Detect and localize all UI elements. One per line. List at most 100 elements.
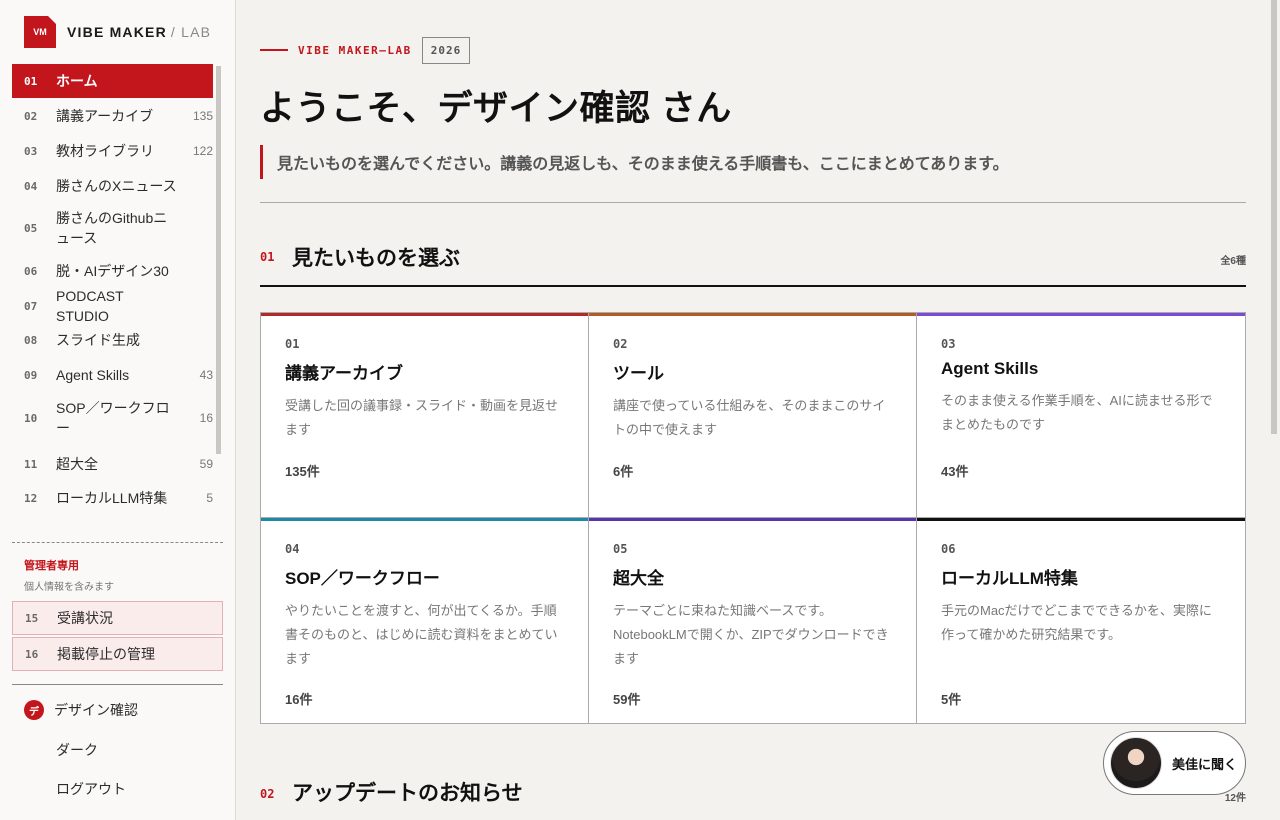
nav-label: 勝さんのXニュース	[56, 178, 177, 194]
sidebar-item-super-encyclopedia[interactable]: 11 超大全 59	[12, 447, 213, 481]
eyebrow-year: 2026	[421, 36, 471, 64]
nav-number: 04	[24, 179, 38, 193]
nav-label: 掲載停止の管理	[57, 646, 155, 662]
nav-label: ローカルLLM特集	[56, 490, 168, 506]
nav-count: 59	[199, 457, 213, 471]
nav-label: 受講状況	[57, 610, 113, 626]
nav-number: 07	[24, 299, 38, 313]
card-tools[interactable]: 02 ツール 講座で使っている仕組みを、そのままこのサイトの中で使えます 6件	[589, 313, 917, 518]
user-profile[interactable]: デ デザイン確認	[24, 700, 138, 720]
nav-number: 08	[24, 333, 38, 347]
eyebrow-text: VIBE MAKER—LAB	[298, 43, 412, 57]
page-scrollbar[interactable]	[1271, 0, 1277, 434]
avatar: デ	[24, 700, 44, 720]
section-number: 01	[260, 250, 275, 264]
category-grid: 01 講義アーカイブ 受講した回の議事録・スライド・動画を見返せます 135件 …	[260, 312, 1246, 724]
card-number: 03	[941, 337, 956, 351]
sidebar-item-x-news[interactable]: 04 勝さんのXニュース	[12, 169, 213, 203]
nav-count: 16	[199, 411, 213, 425]
section-count: 全6種	[1220, 256, 1246, 267]
nav-number: 11	[24, 457, 38, 471]
nav-number: 01	[24, 74, 38, 88]
nav-number: 09	[24, 368, 38, 382]
nav-number: 10	[24, 411, 38, 425]
card-title: 超大全	[613, 569, 664, 588]
card-count: 59件	[613, 692, 641, 707]
card-title: SOP／ワークフロー	[285, 569, 440, 588]
card-title: Agent Skills	[941, 359, 1039, 378]
page-title: ようこそ、デザイン確認 さん	[260, 89, 732, 128]
divider	[260, 202, 1246, 203]
card-number: 02	[613, 337, 628, 351]
nav-label: Agent Skills	[56, 367, 130, 383]
card-accent-bar	[589, 518, 916, 521]
nav-label: PODCAST STUDIO	[56, 288, 124, 324]
card-description: 講座で使っている仕組みを、そのままこのサイトの中で使えます	[613, 398, 886, 437]
card-lecture-archive[interactable]: 01 講義アーカイブ 受講した回の議事録・スライド・動画を見返せます 135件	[261, 313, 589, 518]
nav-label: 講義アーカイブ	[56, 108, 154, 124]
card-accent-bar	[589, 313, 916, 316]
lead-text: 見たいものを選んでください。講義の見返しも、そのまま使える手順書も、ここにまとめ…	[260, 145, 1009, 179]
card-sop-workflow[interactable]: 04 SOP／ワークフロー やりたいことを渡すと、何が出てくるか。手順書そのもの…	[261, 518, 589, 723]
ask-assistant-button[interactable]: 美佳に聞く	[1103, 731, 1246, 795]
admin-divider	[12, 542, 223, 543]
brand-logo: VM	[24, 16, 56, 48]
sidebar-item-home[interactable]: 01 ホーム	[12, 64, 213, 98]
sidebar-item-material-library[interactable]: 03 教材ライブラリ 122	[12, 134, 213, 168]
brand-lab: / LAB	[170, 24, 212, 40]
nav-label: SOP／ワークフロー	[56, 400, 170, 436]
nav-label: 勝さんのGithubニュース	[56, 210, 168, 246]
card-description: 手元のMacだけでどこまでできるかを、実際に作って確かめた研究結果です。	[941, 603, 1212, 642]
nav-count: 43	[199, 368, 213, 382]
card-title: 講義アーカイブ	[285, 364, 403, 383]
card-title: ツール	[613, 364, 664, 383]
section-number: 02	[260, 787, 275, 801]
nav-count: 5	[206, 491, 213, 505]
sidebar: VM VIBE MAKER / LAB 01 ホーム 02 講義アーカイブ 13…	[0, 0, 236, 820]
card-description: そのまま使える作業手順を、AIに読ませる形でまとめたものです	[941, 393, 1213, 432]
nav-number: 15	[25, 611, 39, 625]
admin-item-suspension[interactable]: 16 掲載停止の管理	[12, 637, 223, 671]
brand-name: VIBE MAKER	[67, 24, 167, 40]
ask-assistant-label: 美佳に聞く	[1172, 756, 1238, 772]
sidebar-item-podcast-studio[interactable]: 07 PODCAST STUDIO	[12, 288, 213, 324]
logout-link[interactable]: ログアウト	[56, 779, 126, 799]
card-count: 135件	[285, 464, 320, 479]
nav-number: 12	[24, 491, 38, 505]
card-title: ローカルLLM特集	[941, 569, 1078, 588]
nav-count: 135	[192, 109, 213, 123]
card-count: 6件	[613, 464, 634, 479]
card-number: 01	[285, 337, 300, 351]
sidebar-scrollbar[interactable]	[216, 66, 221, 454]
assistant-avatar	[1110, 737, 1162, 789]
sidebar-item-lecture-archive[interactable]: 02 講義アーカイブ 135	[12, 99, 213, 133]
nav-label: 教材ライブラリ	[56, 143, 154, 159]
card-description: やりたいことを渡すと、何が出てくるか。手順書そのものと、はじめに読む資料をまとめ…	[285, 603, 558, 666]
card-super-encyclopedia[interactable]: 05 超大全 テーマごとに束ねた知識ベースです。NotebookLMで開くか、Z…	[589, 518, 917, 723]
sidebar-item-local-llm[interactable]: 12 ローカルLLM特集 5	[12, 481, 213, 515]
card-agent-skills[interactable]: 03 Agent Skills そのまま使える作業手順を、AIに読ませる形でまと…	[917, 313, 1245, 518]
eyebrow-rule	[260, 49, 288, 51]
sidebar-item-github-news[interactable]: 05 勝さんのGithubニュース	[12, 206, 213, 250]
sidebar-item-slide-generation[interactable]: 08 スライド生成	[12, 323, 213, 357]
theme-toggle[interactable]: ダーク	[56, 740, 98, 760]
card-accent-bar	[261, 518, 588, 521]
section-divider	[260, 285, 1246, 287]
sidebar-item-sop-workflow[interactable]: 10 SOP／ワークフロー 16	[12, 396, 213, 440]
main-content: VIBE MAKER—LAB 2026 ようこそ、デザイン確認 さん 見たいもの…	[236, 0, 1280, 820]
admin-subtitle: 個人情報を含みます	[24, 582, 114, 593]
brand[interactable]: VM VIBE MAKER / LAB	[24, 16, 211, 48]
card-local-llm[interactable]: 06 ローカルLLM特集 手元のMacだけでどこまでできるかを、実際に作って確か…	[917, 518, 1245, 723]
nav-number: 16	[25, 647, 39, 661]
nav-count: 122	[192, 144, 213, 158]
card-accent-bar	[917, 518, 1245, 521]
sidebar-item-agent-skills[interactable]: 09 Agent Skills 43	[12, 358, 213, 392]
card-description: テーマごとに束ねた知識ベースです。NotebookLMで開くか、ZIPでダウンロ…	[613, 603, 889, 666]
sidebar-item-ai-design-30[interactable]: 06 脱・AIデザイン30	[12, 254, 213, 288]
admin-title: 管理者専用	[24, 560, 79, 572]
nav-number: 03	[24, 144, 38, 158]
nav-number: 02	[24, 109, 38, 123]
nav-number: 06	[24, 264, 38, 278]
admin-item-attendance[interactable]: 15 受講状況	[12, 601, 223, 635]
card-description: 受講した回の議事録・スライド・動画を見返せます	[285, 398, 559, 437]
